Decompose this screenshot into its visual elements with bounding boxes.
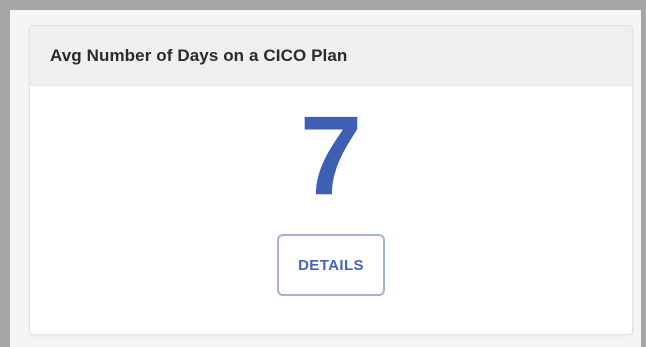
- card-body: 7 DETAILS: [30, 86, 632, 334]
- card-title: Avg Number of Days on a CICO Plan: [50, 45, 348, 65]
- card-header: Avg Number of Days on a CICO Plan: [30, 26, 632, 86]
- metric-card: Avg Number of Days on a CICO Plan 7 DETA…: [29, 25, 633, 335]
- details-button[interactable]: DETAILS: [277, 234, 385, 296]
- metric-value: 7: [299, 93, 363, 218]
